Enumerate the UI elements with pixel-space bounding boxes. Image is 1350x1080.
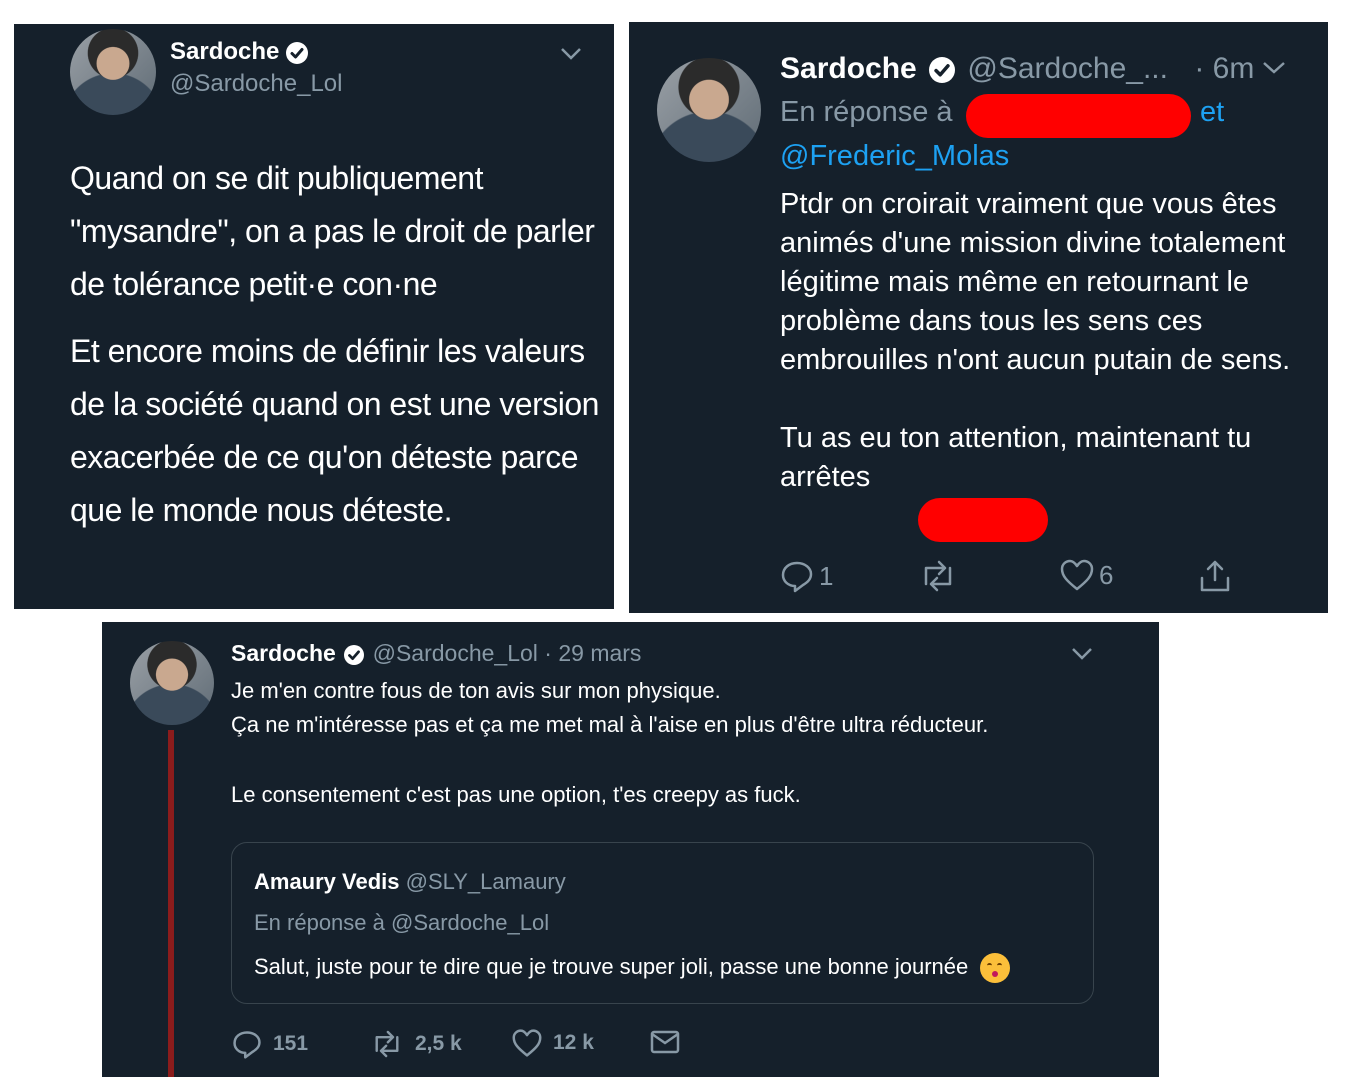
- kissing-face-emoji-icon: [980, 953, 1011, 983]
- tweet-date[interactable]: · 29 mars: [544, 640, 641, 666]
- reply-prefix: En réponse à: [780, 96, 953, 128]
- reply-and: et: [1200, 96, 1225, 128]
- tweet-paragraph: Et encore moins de définir les valeurs d…: [70, 333, 599, 528]
- tweet-text: Ptdr on croirait vraiment que vous êtes …: [780, 185, 1300, 497]
- verified-badge-icon: [344, 644, 365, 665]
- chevron-down-icon[interactable]: [1261, 59, 1287, 82]
- tweet-header: Sardoche @Sardoche_Lol · 29 mars: [231, 640, 641, 667]
- verified-badge-icon: [286, 41, 309, 64]
- quoted-author-handle: @SLY_Lamaury: [405, 869, 566, 894]
- tweet-card-2: Sardoche @Sardoche_... · 6m En réponse à…: [629, 22, 1328, 613]
- author-handle[interactable]: @Sardoche_Lol: [373, 640, 538, 666]
- envelope-icon: [650, 1030, 680, 1054]
- chevron-down-icon[interactable]: [1070, 646, 1094, 667]
- share-button[interactable]: [1197, 558, 1233, 594]
- avatar[interactable]: [70, 29, 156, 115]
- tweet-text: Quand on se dit publiquement "mysandre",…: [70, 152, 600, 537]
- tweet-text: Je m'en contre fous de ton avis sur mon …: [231, 674, 1131, 812]
- retweet-button[interactable]: [917, 558, 963, 594]
- author-name[interactable]: Sardoche: [170, 38, 279, 65]
- like-count: 6: [1099, 559, 1114, 590]
- redaction-mark: [918, 498, 1048, 542]
- tweet-paragraph: Quand on se dit publiquement "mysandre",…: [70, 160, 595, 302]
- reply-button[interactable]: 151: [231, 1028, 308, 1060]
- retweet-count: 2,5 k: [415, 1032, 462, 1055]
- quoted-reply-context: En réponse à @Sardoche_Lol: [254, 910, 550, 935]
- like-count: 12 k: [553, 1031, 594, 1054]
- author-name-row: Sardoche: [170, 38, 309, 66]
- redaction-mark: [966, 94, 1191, 138]
- tweet-card-1: Sardoche @Sardoche_Lol Quand on se dit p…: [14, 24, 614, 609]
- tweet-actions: 151 2,5 k 12 k: [231, 1028, 691, 1062]
- chevron-down-icon[interactable]: [559, 46, 583, 67]
- tweet-line: Le consentement c'est pas une option, t'…: [231, 782, 801, 807]
- tweet-card-3: Sardoche @Sardoche_Lol · 29 mars Je m'en…: [102, 622, 1159, 1077]
- tweet-paragraph: Ptdr on croirait vraiment que vous êtes …: [780, 188, 1291, 376]
- author-name[interactable]: Sardoche: [231, 640, 336, 666]
- quoted-text: Salut, juste pour te dire que je trouve …: [254, 953, 969, 979]
- reply-context: En réponse à et: [780, 96, 1224, 129]
- verified-badge-icon: [929, 57, 956, 84]
- reply-button[interactable]: 1: [779, 558, 833, 594]
- tweet-header: Sardoche @Sardoche_... · 6m: [780, 52, 1254, 86]
- quoted-header: Amaury Vedis @SLY_Lamaury: [254, 869, 566, 895]
- avatar[interactable]: [657, 58, 761, 162]
- tweet-line: Je m'en contre fous de ton avis sur mon …: [231, 678, 721, 703]
- tweet-line: Ça ne m'intéresse pas et ça me met mal à…: [231, 712, 989, 737]
- tweet-actions: 1 6: [779, 558, 1249, 598]
- tweet-paragraph: Tu as eu ton attention, maintenant tu ar…: [780, 422, 1252, 493]
- quoted-text-row: Salut, juste pour te dire que je trouve …: [254, 953, 1011, 983]
- author-handle[interactable]: @Sardoche_Lol: [170, 70, 342, 98]
- like-button[interactable]: 12 k: [511, 1028, 594, 1058]
- retweet-icon: [375, 1030, 399, 1058]
- like-button[interactable]: 6: [1059, 558, 1113, 592]
- avatar[interactable]: [130, 641, 214, 725]
- quoted-author-name: Amaury Vedis: [254, 869, 400, 894]
- thread-line: [168, 730, 174, 1077]
- reply-icon: [233, 1031, 261, 1059]
- message-button[interactable]: [649, 1028, 681, 1056]
- share-icon: [1200, 560, 1230, 592]
- quoted-tweet[interactable]: Amaury Vedis @SLY_Lamaury En réponse à @…: [231, 842, 1094, 1004]
- tweet-time[interactable]: · 6m: [1194, 52, 1254, 85]
- retweet-button[interactable]: 2,5 k: [369, 1028, 462, 1060]
- author-name[interactable]: Sardoche: [780, 52, 917, 85]
- reply-count: 1: [819, 560, 834, 591]
- reply-count: 151: [273, 1032, 309, 1055]
- author-handle[interactable]: @Sardoche_...: [967, 52, 1168, 85]
- reply-mention-link[interactable]: @Frederic_Molas: [780, 140, 1009, 173]
- reply-icon: [781, 561, 813, 593]
- heart-icon: [512, 1029, 542, 1057]
- retweet-icon: [924, 560, 952, 592]
- heart-icon: [1060, 559, 1094, 591]
